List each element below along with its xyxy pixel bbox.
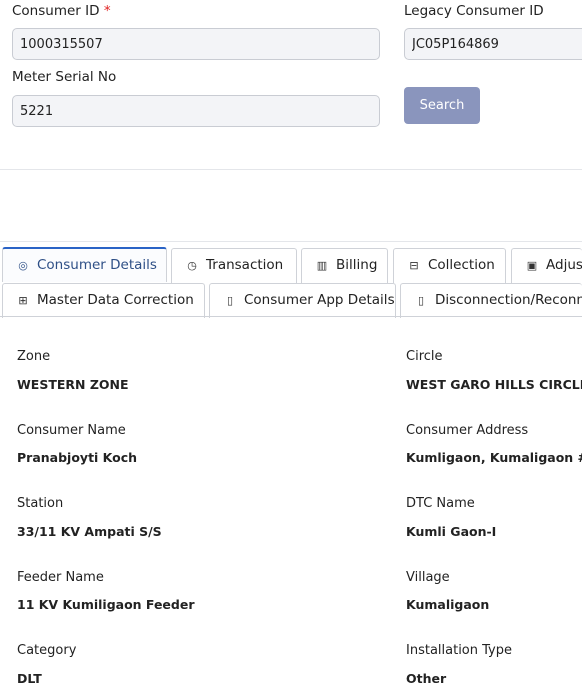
consumer-name-label: Consumer Name (17, 423, 126, 438)
record-icon: ◎ (18, 259, 28, 272)
tab-consumer-details[interactable]: ◎ Consumer Details (2, 247, 167, 282)
circle-label: Circle (406, 349, 443, 364)
tab-consumer-app-details-label: Consumer App Details (244, 292, 395, 308)
installation-type-value: Other (406, 671, 447, 686)
category-value: DLT (17, 671, 42, 686)
tab-master-data-correction-label: Master Data Correction (37, 292, 194, 308)
required-mark: * (103, 3, 111, 19)
zone-value: WESTERN ZONE (17, 377, 129, 392)
tab-consumer-details-label: Consumer Details (37, 257, 157, 273)
consumer-id-label-text: Consumer ID (12, 3, 100, 19)
zone-label: Zone (17, 349, 51, 364)
dtc-name-label: DTC Name (406, 496, 475, 511)
search-button[interactable]: Search (404, 87, 480, 124)
tab-adjustment[interactable]: ▣ Adjus (511, 248, 582, 283)
consumer-name-value: Pranabjoyti Koch (17, 450, 138, 465)
legacy-consumer-id-label: Legacy Consumer ID (404, 3, 544, 19)
feeder-name-label: Feeder Name (17, 570, 104, 585)
circle-value: WEST GARO HILLS CIRCLE (406, 377, 582, 392)
legacy-consumer-id-input[interactable] (404, 28, 582, 60)
mobile-icon: ▯ (417, 294, 425, 307)
section-divider (0, 169, 582, 170)
tab-collection[interactable]: ⊟ Collection (393, 248, 506, 283)
receipt-icon: ⊟ (409, 259, 419, 272)
consumer-address-label: Consumer Address (406, 423, 529, 438)
feeder-name-value: 11 KV Kumiligaon Feeder (17, 597, 195, 612)
tab-billing[interactable]: ▥ Billing (301, 248, 388, 283)
meter-serial-no-input[interactable] (12, 95, 380, 127)
tab-transaction-label: Transaction (206, 257, 284, 273)
tab-master-data-correction[interactable]: ⊞ Master Data Correction (2, 283, 205, 318)
tab-billing-label: Billing (336, 257, 378, 273)
mobile-icon: ▯ (226, 294, 234, 307)
station-label: Station (17, 496, 64, 511)
tab-disconnection-label: Disconnection/Reconne (435, 292, 582, 308)
plus-box-icon: ⊞ (18, 294, 28, 307)
installation-type-label: Installation Type (406, 643, 512, 658)
station-value: 33/11 KV Ampati S/S (17, 524, 162, 539)
tab-adjustment-label: Adjus (546, 257, 582, 273)
tab-collection-label: Collection (428, 257, 495, 273)
village-label: Village (406, 570, 450, 585)
bar-chart-icon: ▥ (316, 259, 328, 272)
tab-consumer-app-details[interactable]: ▯ Consumer App Details (209, 283, 396, 318)
consumer-id-label: Consumer ID * (12, 3, 111, 19)
consumer-id-input[interactable] (12, 28, 380, 60)
consumer-address-value: Kumligaon, Kumaligaon # (406, 450, 582, 465)
dtc-name-value: Kumli Gaon-I (406, 524, 497, 539)
meter-serial-no-label: Meter Serial No (12, 69, 117, 85)
tab-transaction[interactable]: ◷ Transaction (171, 248, 297, 283)
tab-disconnection-reconnection[interactable]: ▯ Disconnection/Reconne (400, 283, 582, 318)
village-value: Kumaligaon (406, 597, 490, 612)
clock-icon: ◷ (187, 259, 197, 272)
tabs-bottom-border (0, 316, 582, 317)
image-icon: ▣ (526, 259, 538, 272)
category-label: Category (17, 643, 77, 658)
tabs-top-divider (0, 241, 582, 242)
